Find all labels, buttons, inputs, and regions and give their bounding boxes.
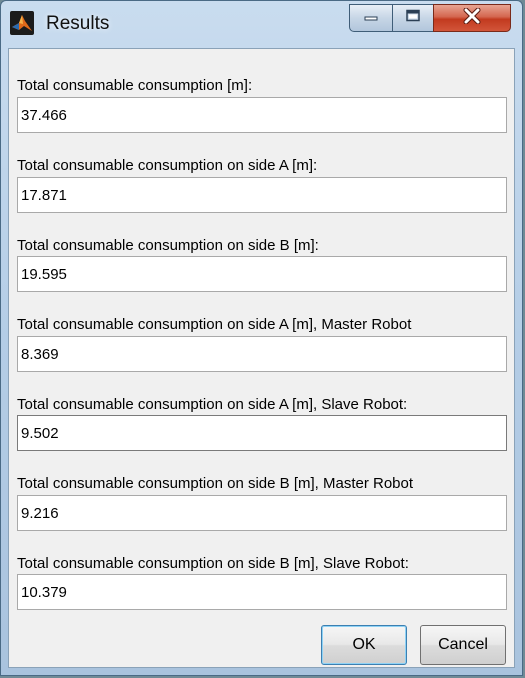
close-button[interactable] (433, 4, 511, 32)
field-label-side-a-master: Total consumable consumption on side A [… (17, 316, 412, 333)
results-dialog: Results Total consumable consumption [m]… (0, 0, 523, 676)
field-label-total: Total consumable consumption [m]: (17, 77, 253, 94)
ok-button[interactable]: OK (321, 625, 407, 665)
dialog-content: Total consumable consumption [m]: Total … (8, 48, 515, 668)
maximize-button[interactable] (392, 4, 434, 32)
side-b-master-robot-field[interactable] (17, 495, 507, 531)
minimize-button[interactable] (349, 4, 393, 32)
field-label-side-b-slave: Total consumable consumption on side B [… (17, 555, 409, 572)
side-b-consumption-field[interactable] (17, 256, 507, 292)
minimize-icon (363, 9, 379, 27)
side-a-consumption-field[interactable] (17, 177, 507, 213)
side-a-slave-robot-field[interactable] (17, 415, 507, 451)
total-consumption-field[interactable] (17, 97, 507, 133)
field-label-side-a: Total consumable consumption on side A [… (17, 157, 318, 174)
side-a-master-robot-field[interactable] (17, 336, 507, 372)
close-icon (463, 7, 481, 29)
field-label-side-a-slave: Total consumable consumption on side A [… (17, 396, 408, 413)
field-label-side-b: Total consumable consumption on side B [… (17, 237, 319, 254)
matlab-icon (10, 11, 34, 35)
field-label-side-b-master: Total consumable consumption on side B [… (17, 475, 414, 492)
window-title: Results (46, 13, 110, 34)
cancel-button[interactable]: Cancel (420, 625, 506, 665)
title-bar[interactable]: Results (1, 1, 522, 47)
maximize-icon (405, 9, 421, 28)
side-b-slave-robot-field[interactable] (17, 574, 507, 610)
